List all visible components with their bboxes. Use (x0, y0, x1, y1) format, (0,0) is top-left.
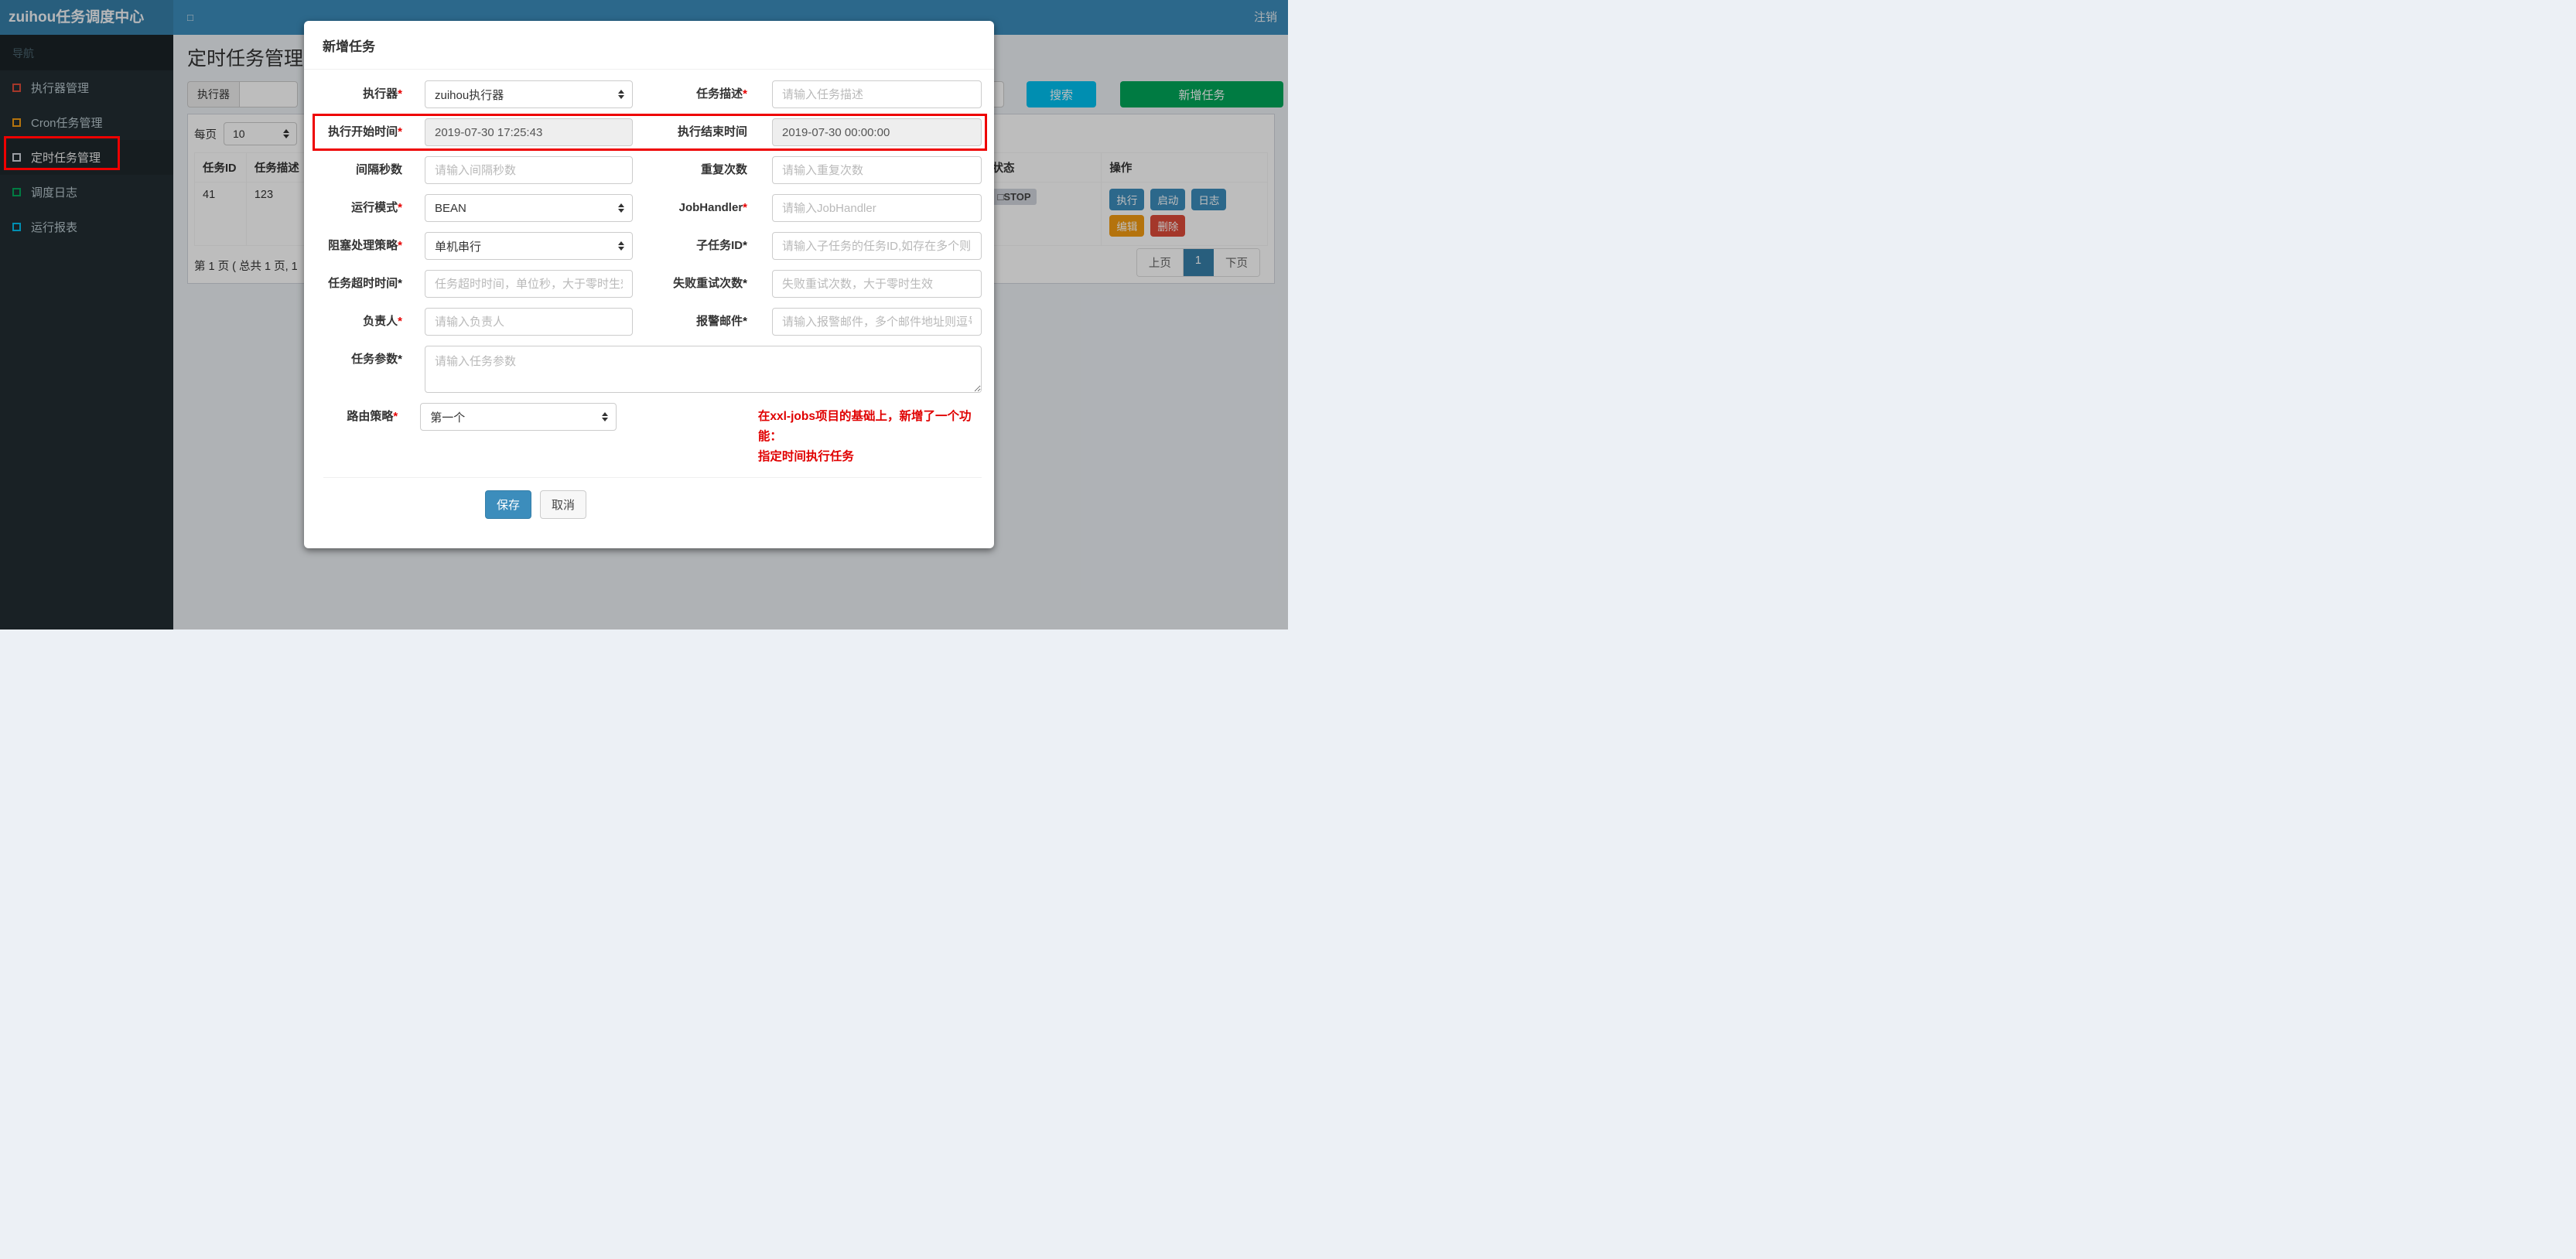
interval-input[interactable] (425, 156, 633, 184)
timeout-label: 任务超时时间* (328, 277, 402, 290)
required-marker: * (398, 315, 402, 328)
required-marker: * (398, 353, 402, 366)
jobhandler-label: JobHandler* (678, 201, 747, 214)
block-strategy-label: 阻塞处理策略* (328, 239, 402, 252)
select-caret-icon (618, 203, 624, 213)
required-marker: * (398, 239, 402, 252)
route-strategy-select[interactable]: 第一个 (420, 403, 617, 431)
alarm-email-input[interactable] (772, 308, 982, 336)
required-marker: * (398, 125, 402, 138)
run-mode-select[interactable]: BEAN (425, 194, 633, 222)
required-marker: * (398, 201, 402, 214)
child-jobid-label: 子任务ID* (696, 239, 747, 252)
select-caret-icon (601, 412, 608, 421)
required-marker: * (398, 87, 402, 101)
cancel-button[interactable]: 取消 (540, 490, 587, 519)
fail-retry-label: 失败重试次数* (673, 277, 747, 290)
task-desc-label: 任务描述* (696, 87, 747, 101)
job-param-textarea[interactable] (425, 346, 982, 393)
author-input[interactable] (425, 308, 633, 336)
child-jobid-input[interactable] (772, 232, 982, 260)
required-marker: * (743, 277, 747, 290)
jobhandler-input[interactable] (772, 194, 982, 222)
save-button[interactable]: 保存 (485, 490, 532, 519)
select-caret-icon (618, 241, 624, 251)
required-marker: * (743, 239, 747, 252)
alarm-email-label: 报警邮件* (696, 315, 747, 328)
required-marker: * (743, 87, 747, 101)
add-task-modal: 新增任务 执行器* zuihou执行器 任务描述* 执行开始时间* 执行结束时间… (304, 21, 994, 548)
job-param-label: 任务参数* (351, 353, 402, 366)
feature-note: 在xxl-jobs项目的基础上，新增了一个功能： 指定时间执行任务 (757, 410, 972, 463)
required-marker: * (393, 410, 398, 423)
executor-select[interactable]: zuihou执行器 (425, 80, 633, 108)
modal-title: 新增任务 (304, 21, 994, 70)
route-strategy-label: 路由策略* (347, 410, 398, 423)
run-mode-label: 运行模式* (351, 201, 402, 214)
executor-label: 执行器* (363, 87, 402, 101)
end-time-label: 执行结束时间 (677, 125, 747, 138)
repeat-input[interactable] (772, 156, 982, 184)
required-marker: * (398, 277, 402, 290)
required-marker: * (743, 201, 747, 214)
select-caret-icon (618, 90, 624, 99)
fail-retry-input[interactable] (772, 270, 982, 298)
interval-label: 间隔秒数 (355, 163, 402, 176)
required-marker: * (743, 315, 747, 328)
start-time-input[interactable] (425, 118, 633, 146)
author-label: 负责人* (363, 315, 402, 328)
end-time-input[interactable] (772, 118, 982, 146)
block-strategy-select[interactable]: 单机串行 (425, 232, 633, 260)
start-time-label: 执行开始时间* (328, 125, 402, 138)
timeout-input[interactable] (425, 270, 633, 298)
repeat-label: 重复次数 (700, 163, 747, 176)
task-desc-input[interactable] (772, 80, 982, 108)
